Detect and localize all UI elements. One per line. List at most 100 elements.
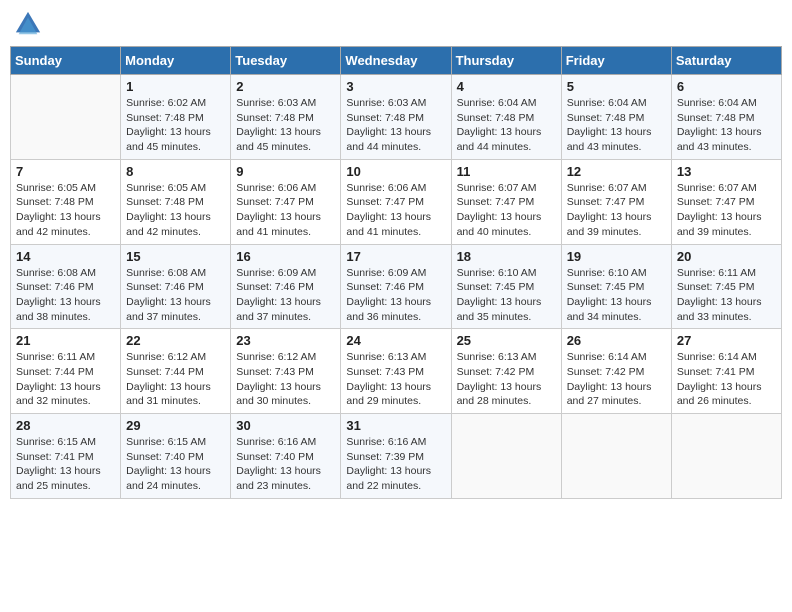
day-info: Sunrise: 6:11 AM Sunset: 7:45 PM Dayligh… — [677, 266, 776, 325]
day-number: 5 — [567, 79, 666, 94]
calendar-cell: 27 Sunrise: 6:14 AM Sunset: 7:41 PM Dayli… — [671, 329, 781, 414]
day-number: 6 — [677, 79, 776, 94]
day-number: 11 — [457, 164, 556, 179]
day-info: Sunrise: 6:15 AM Sunset: 7:41 PM Dayligh… — [16, 435, 115, 494]
header-day-sunday: Sunday — [11, 47, 121, 75]
calendar-cell: 4 Sunrise: 6:04 AM Sunset: 7:48 PM Daylig… — [451, 75, 561, 160]
day-info: Sunrise: 6:15 AM Sunset: 7:40 PM Dayligh… — [126, 435, 225, 494]
calendar-week-5: 28 Sunrise: 6:15 AM Sunset: 7:41 PM Dayli… — [11, 414, 782, 499]
day-number: 21 — [16, 333, 115, 348]
calendar-cell: 11 Sunrise: 6:07 AM Sunset: 7:47 PM Dayli… — [451, 159, 561, 244]
day-number: 12 — [567, 164, 666, 179]
day-number: 22 — [126, 333, 225, 348]
day-number: 18 — [457, 249, 556, 264]
calendar-cell: 8Sunrise: 6:05 AM Sunset: 7:48 PM Daylig… — [121, 159, 231, 244]
day-info: Sunrise: 6:04 AM Sunset: 7:48 PM Dayligh… — [457, 96, 556, 155]
header-day-tuesday: Tuesday — [231, 47, 341, 75]
day-info: Sunrise: 6:07 AM Sunset: 7:47 PM Dayligh… — [567, 181, 666, 240]
header-day-monday: Monday — [121, 47, 231, 75]
header-day-thursday: Thursday — [451, 47, 561, 75]
logo — [14, 10, 46, 38]
calendar-cell — [451, 414, 561, 499]
calendar-cell: 19Sunrise: 6:10 AM Sunset: 7:45 PM Dayli… — [561, 244, 671, 329]
day-number: 4 — [457, 79, 556, 94]
calendar-cell: 2 Sunrise: 6:03 AM Sunset: 7:48 PM Daylig… — [231, 75, 341, 160]
logo-icon — [14, 10, 42, 38]
day-info: Sunrise: 6:03 AM Sunset: 7:48 PM Dayligh… — [236, 96, 335, 155]
day-info: Sunrise: 6:06 AM Sunset: 7:47 PM Dayligh… — [346, 181, 445, 240]
calendar-cell: 25 Sunrise: 6:13 AM Sunset: 7:42 PM Dayli… — [451, 329, 561, 414]
day-info: Sunrise: 6:08 AM Sunset: 7:46 PM Dayligh… — [16, 266, 115, 325]
calendar-cell: 10 Sunrise: 6:06 AM Sunset: 7:47 PM Dayli… — [341, 159, 451, 244]
calendar-cell: 6 Sunrise: 6:04 AM Sunset: 7:48 PM Daylig… — [671, 75, 781, 160]
day-number: 19 — [567, 249, 666, 264]
header-day-saturday: Saturday — [671, 47, 781, 75]
day-number: 31 — [346, 418, 445, 433]
day-number: 16 — [236, 249, 335, 264]
calendar-cell: 5 Sunrise: 6:04 AM Sunset: 7:48 PM Daylig… — [561, 75, 671, 160]
calendar-cell: 21 Sunrise: 6:11 AM Sunset: 7:44 PM Dayli… — [11, 329, 121, 414]
calendar-header-row: SundayMondayTuesdayWednesdayThursdayFrid… — [11, 47, 782, 75]
calendar-cell: 12 Sunrise: 6:07 AM Sunset: 7:47 PM Dayli… — [561, 159, 671, 244]
day-number: 1 — [126, 79, 225, 94]
day-number: 25 — [457, 333, 556, 348]
calendar-cell: 3Sunrise: 6:03 AM Sunset: 7:48 PM Daylig… — [341, 75, 451, 160]
day-number: 15 — [126, 249, 225, 264]
calendar-cell: 7 Sunrise: 6:05 AM Sunset: 7:48 PM Daylig… — [11, 159, 121, 244]
calendar-cell: 31 Sunrise: 6:16 AM Sunset: 7:39 PM Dayli… — [341, 414, 451, 499]
day-number: 14 — [16, 249, 115, 264]
calendar-cell: 24Sunrise: 6:13 AM Sunset: 7:43 PM Dayli… — [341, 329, 451, 414]
calendar-cell: 23 Sunrise: 6:12 AM Sunset: 7:43 PM Dayli… — [231, 329, 341, 414]
day-number: 28 — [16, 418, 115, 433]
day-number: 7 — [16, 164, 115, 179]
day-number: 9 — [236, 164, 335, 179]
day-number: 23 — [236, 333, 335, 348]
calendar-cell — [11, 75, 121, 160]
day-info: Sunrise: 6:08 AM Sunset: 7:46 PM Dayligh… — [126, 266, 225, 325]
calendar-cell: 13Sunrise: 6:07 AM Sunset: 7:47 PM Dayli… — [671, 159, 781, 244]
day-info: Sunrise: 6:07 AM Sunset: 7:47 PM Dayligh… — [457, 181, 556, 240]
day-info: Sunrise: 6:16 AM Sunset: 7:40 PM Dayligh… — [236, 435, 335, 494]
calendar-cell: 22 Sunrise: 6:12 AM Sunset: 7:44 PM Dayli… — [121, 329, 231, 414]
day-info: Sunrise: 6:04 AM Sunset: 7:48 PM Dayligh… — [567, 96, 666, 155]
calendar-table: SundayMondayTuesdayWednesdayThursdayFrid… — [10, 46, 782, 499]
calendar-cell — [561, 414, 671, 499]
calendar-cell: 20Sunrise: 6:11 AM Sunset: 7:45 PM Dayli… — [671, 244, 781, 329]
calendar-cell: 28 Sunrise: 6:15 AM Sunset: 7:41 PM Dayli… — [11, 414, 121, 499]
calendar-week-4: 21 Sunrise: 6:11 AM Sunset: 7:44 PM Dayli… — [11, 329, 782, 414]
header-day-wednesday: Wednesday — [341, 47, 451, 75]
day-info: Sunrise: 6:02 AM Sunset: 7:48 PM Dayligh… — [126, 96, 225, 155]
day-number: 24 — [346, 333, 445, 348]
calendar-cell: 26Sunrise: 6:14 AM Sunset: 7:42 PM Dayli… — [561, 329, 671, 414]
calendar-week-3: 14 Sunrise: 6:08 AM Sunset: 7:46 PM Dayli… — [11, 244, 782, 329]
day-info: Sunrise: 6:16 AM Sunset: 7:39 PM Dayligh… — [346, 435, 445, 494]
calendar-body: 1 Sunrise: 6:02 AM Sunset: 7:48 PM Daylig… — [11, 75, 782, 499]
header-day-friday: Friday — [561, 47, 671, 75]
calendar-cell: 1 Sunrise: 6:02 AM Sunset: 7:48 PM Daylig… — [121, 75, 231, 160]
day-number: 29 — [126, 418, 225, 433]
calendar-cell: 17Sunrise: 6:09 AM Sunset: 7:46 PM Dayli… — [341, 244, 451, 329]
calendar-cell: 16 Sunrise: 6:09 AM Sunset: 7:46 PM Dayli… — [231, 244, 341, 329]
day-info: Sunrise: 6:06 AM Sunset: 7:47 PM Dayligh… — [236, 181, 335, 240]
day-info: Sunrise: 6:14 AM Sunset: 7:41 PM Dayligh… — [677, 350, 776, 409]
day-info: Sunrise: 6:09 AM Sunset: 7:46 PM Dayligh… — [236, 266, 335, 325]
day-info: Sunrise: 6:04 AM Sunset: 7:48 PM Dayligh… — [677, 96, 776, 155]
day-info: Sunrise: 6:12 AM Sunset: 7:43 PM Dayligh… — [236, 350, 335, 409]
day-info: Sunrise: 6:10 AM Sunset: 7:45 PM Dayligh… — [457, 266, 556, 325]
day-number: 30 — [236, 418, 335, 433]
calendar-header: SundayMondayTuesdayWednesdayThursdayFrid… — [11, 47, 782, 75]
day-number: 2 — [236, 79, 335, 94]
day-number: 27 — [677, 333, 776, 348]
day-number: 10 — [346, 164, 445, 179]
calendar-week-1: 1 Sunrise: 6:02 AM Sunset: 7:48 PM Daylig… — [11, 75, 782, 160]
day-info: Sunrise: 6:05 AM Sunset: 7:48 PM Dayligh… — [16, 181, 115, 240]
day-info: Sunrise: 6:13 AM Sunset: 7:42 PM Dayligh… — [457, 350, 556, 409]
day-number: 3 — [346, 79, 445, 94]
day-info: Sunrise: 6:11 AM Sunset: 7:44 PM Dayligh… — [16, 350, 115, 409]
calendar-week-2: 7 Sunrise: 6:05 AM Sunset: 7:48 PM Daylig… — [11, 159, 782, 244]
calendar-cell: 15 Sunrise: 6:08 AM Sunset: 7:46 PM Dayli… — [121, 244, 231, 329]
day-number: 8 — [126, 164, 225, 179]
day-info: Sunrise: 6:14 AM Sunset: 7:42 PM Dayligh… — [567, 350, 666, 409]
day-number: 13 — [677, 164, 776, 179]
day-info: Sunrise: 6:12 AM Sunset: 7:44 PM Dayligh… — [126, 350, 225, 409]
